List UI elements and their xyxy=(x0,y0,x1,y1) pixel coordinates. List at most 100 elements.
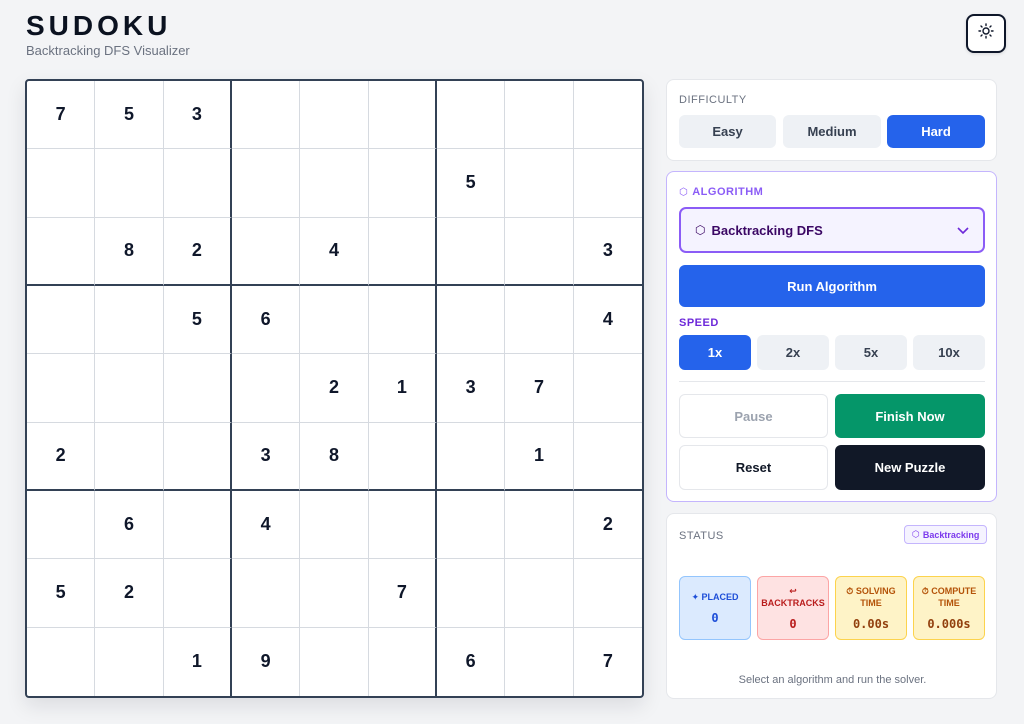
sudoku-cell[interactable]: 7 xyxy=(574,628,642,696)
sudoku-cell[interactable]: 3 xyxy=(573,218,642,286)
sudoku-cell[interactable]: 6 xyxy=(95,491,164,560)
sudoku-cell[interactable] xyxy=(300,149,369,218)
sudoku-cell[interactable] xyxy=(232,81,301,150)
sudoku-cell[interactable] xyxy=(368,149,437,218)
sudoku-cell[interactable] xyxy=(300,286,369,355)
difficulty-hard-button[interactable]: Hard xyxy=(887,115,985,148)
stat-solving-label-row: ⏱ SOLVING TIME xyxy=(836,585,906,609)
speed-5x-button[interactable]: 5x xyxy=(835,335,907,370)
sudoku-cell[interactable]: 2 xyxy=(300,354,369,423)
sudoku-cell[interactable]: 8 xyxy=(95,217,164,286)
sudoku-cell[interactable]: 3 xyxy=(437,354,506,423)
sudoku-cell[interactable] xyxy=(505,559,574,628)
sudoku-cell[interactable]: 1 xyxy=(164,627,232,696)
sudoku-cell[interactable] xyxy=(300,627,369,696)
speed-1x-button[interactable]: 1x xyxy=(679,335,751,370)
sudoku-cell[interactable] xyxy=(505,217,574,286)
app-subtitle: Backtracking DFS Visualizer xyxy=(26,43,190,58)
sudoku-cell[interactable]: 1 xyxy=(505,422,574,491)
sudoku-cell[interactable] xyxy=(573,81,642,150)
sudoku-cell[interactable]: 7 xyxy=(368,559,437,628)
sudoku-cell[interactable] xyxy=(505,627,574,696)
sudoku-cell[interactable]: 8 xyxy=(300,422,369,491)
sudoku-cell[interactable] xyxy=(27,627,96,696)
sudoku-cell[interactable] xyxy=(368,422,437,491)
sudoku-cell[interactable] xyxy=(232,149,301,218)
sudoku-cell[interactable] xyxy=(95,149,164,218)
sudoku-cell[interactable] xyxy=(573,559,642,628)
sudoku-cell[interactable] xyxy=(437,81,506,150)
sudoku-cell[interactable] xyxy=(27,354,96,423)
sudoku-cell[interactable] xyxy=(573,354,642,423)
sudoku-cell[interactable] xyxy=(437,422,506,491)
sudoku-cell[interactable]: 5 xyxy=(95,81,164,150)
sudoku-cell[interactable] xyxy=(95,354,164,423)
difficulty-easy-button[interactable]: Easy xyxy=(679,115,776,148)
sudoku-cell[interactable] xyxy=(163,149,232,218)
sudoku-cell[interactable]: 5 xyxy=(27,559,96,628)
sudoku-cell[interactable] xyxy=(573,423,642,491)
difficulty-label: DIFFICULTY xyxy=(679,94,747,106)
stat-placed-label-row: ✦ PLACED xyxy=(691,591,738,603)
new-puzzle-button[interactable]: New Puzzle xyxy=(835,445,985,490)
sudoku-cell[interactable] xyxy=(505,491,574,560)
sudoku-cell[interactable] xyxy=(368,286,437,355)
sudoku-cell[interactable]: 1 xyxy=(368,354,437,423)
sudoku-cell[interactable] xyxy=(27,217,96,286)
theme-toggle-button[interactable] xyxy=(966,14,1006,53)
sudoku-cell[interactable] xyxy=(27,149,96,218)
difficulty-medium-button[interactable]: Medium xyxy=(783,115,881,148)
speed-2x-button[interactable]: 2x xyxy=(757,335,829,370)
sudoku-cell[interactable]: 2 xyxy=(95,559,164,628)
sudoku-cell[interactable] xyxy=(95,627,164,696)
sudoku-cell[interactable]: 9 xyxy=(232,627,301,696)
sudoku-cell[interactable] xyxy=(163,422,232,491)
sudoku-cell[interactable]: 3 xyxy=(163,81,232,150)
sudoku-cell[interactable] xyxy=(232,559,301,628)
sudoku-cell[interactable] xyxy=(300,491,369,560)
sudoku-cell[interactable]: 4 xyxy=(232,491,301,560)
algorithm-select[interactable]: ⬡ Backtracking DFS xyxy=(679,207,985,253)
sudoku-cell[interactable]: 3 xyxy=(232,422,301,491)
sudoku-cell[interactable]: 4 xyxy=(300,217,369,286)
sudoku-cell[interactable]: 5 xyxy=(163,286,232,355)
run-algorithm-button[interactable]: Run Algorithm xyxy=(679,265,985,307)
speed-10x-button[interactable]: 10x xyxy=(913,335,985,370)
sudoku-cell[interactable]: 7 xyxy=(505,354,574,423)
sudoku-cell[interactable] xyxy=(27,491,96,560)
sudoku-cell[interactable] xyxy=(300,559,369,628)
sudoku-cell[interactable]: 2 xyxy=(27,422,96,491)
finish-now-button[interactable]: Finish Now xyxy=(835,394,985,438)
sudoku-cell[interactable] xyxy=(437,559,506,628)
sudoku-cell[interactable] xyxy=(163,491,232,560)
sudoku-cell[interactable]: 2 xyxy=(163,217,232,286)
sudoku-cell[interactable] xyxy=(505,286,574,355)
sudoku-cell[interactable]: 6 xyxy=(437,627,506,696)
sudoku-cell[interactable]: 4 xyxy=(573,286,642,355)
sudoku-cell[interactable] xyxy=(95,286,164,355)
sudoku-cell[interactable] xyxy=(368,217,437,286)
sudoku-cell[interactable] xyxy=(437,491,506,560)
sudoku-cell[interactable]: 7 xyxy=(27,81,96,150)
sudoku-cell[interactable] xyxy=(300,81,369,150)
sudoku-cell[interactable] xyxy=(505,81,574,150)
sudoku-cell[interactable]: 6 xyxy=(232,286,301,355)
sudoku-cell[interactable] xyxy=(573,149,642,218)
sudoku-cell[interactable] xyxy=(368,81,437,150)
sudoku-cell[interactable] xyxy=(95,422,164,491)
sudoku-cell[interactable]: 2 xyxy=(573,491,642,560)
sudoku-cell[interactable] xyxy=(437,286,506,355)
sudoku-cell[interactable] xyxy=(232,217,301,286)
sudoku-cell[interactable]: 5 xyxy=(437,149,506,218)
pause-button[interactable]: Pause xyxy=(679,394,828,438)
sudoku-cell[interactable] xyxy=(505,149,574,218)
reset-button[interactable]: Reset xyxy=(679,445,828,490)
sudoku-cell[interactable] xyxy=(163,559,232,628)
sudoku-cell[interactable] xyxy=(232,354,301,423)
sudoku-cell[interactable] xyxy=(437,217,506,286)
sudoku-cell[interactable] xyxy=(369,627,437,696)
sudoku-cell[interactable] xyxy=(27,286,96,355)
sudoku-cell[interactable] xyxy=(368,491,437,560)
algorithm-selected-value: Backtracking DFS xyxy=(711,222,823,238)
sudoku-cell[interactable] xyxy=(163,354,232,423)
